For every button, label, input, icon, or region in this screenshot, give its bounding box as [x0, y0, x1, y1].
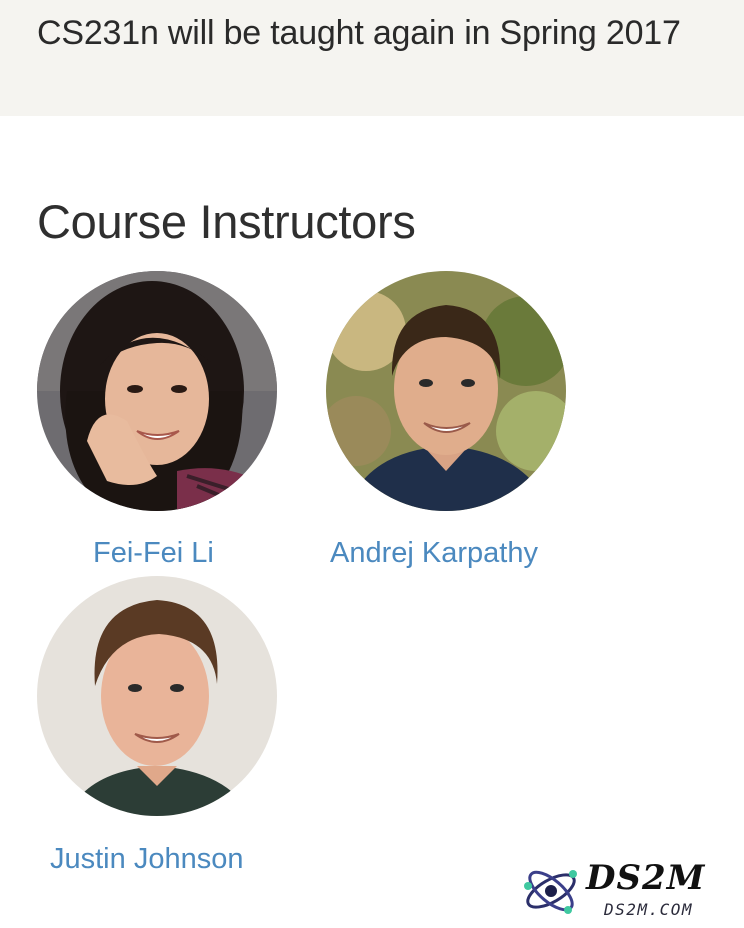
portrait-photo [37, 576, 277, 816]
watermark-title: DS2M [586, 858, 706, 898]
portrait-photo [326, 271, 566, 511]
portrait-photo [37, 271, 277, 511]
announcement-text: CS231n will be taught again in Spring 20… [37, 14, 681, 52]
instructor-name-andrej-karpathy[interactable]: Andrej Karpathy [330, 537, 538, 570]
instructor-name-justin-johnson[interactable]: Justin Johnson [50, 843, 243, 876]
avatar-justin-johnson[interactable] [37, 576, 277, 816]
atom-logo-icon [524, 870, 577, 914]
avatar-andrej-karpathy[interactable] [326, 271, 566, 511]
instructor-name-fei-fei-li[interactable]: Fei-Fei Li [93, 537, 214, 570]
watermark-subtitle: DS2M.COM [604, 900, 694, 919]
section-title: Course Instructors [37, 195, 416, 248]
announcement-banner: CS231n will be taught again in Spring 20… [0, 0, 744, 116]
avatar-fei-fei-li[interactable] [37, 271, 277, 511]
watermark-logo: DS2M DS2M.COM [518, 858, 732, 924]
